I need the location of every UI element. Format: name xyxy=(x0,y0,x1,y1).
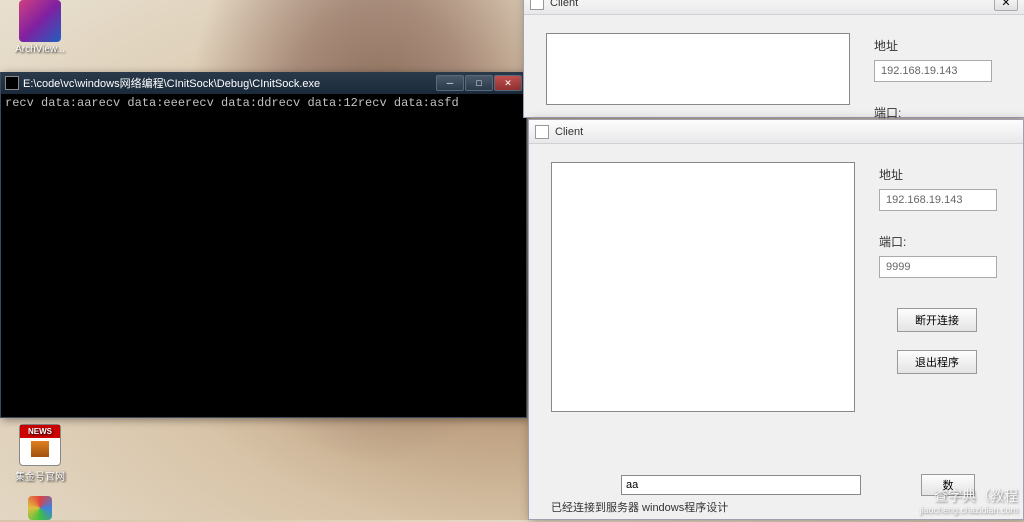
client-window-back: Client ✕ 地址 端口: xyxy=(523,0,1024,118)
console-title: E:\code\vc\windows网络编程\CInitSock\Debug\C… xyxy=(23,75,436,91)
exit-button[interactable]: 退出程序 xyxy=(897,350,977,374)
app-icon xyxy=(535,125,549,139)
watermark-sub: jiaocheng.chazidian.com xyxy=(919,505,1018,516)
client-titlebar[interactable]: Client ✕ xyxy=(524,0,1024,15)
port-input[interactable] xyxy=(879,256,997,278)
window-title: Client xyxy=(550,0,994,9)
address-label: 地址 xyxy=(879,166,1001,183)
disconnect-button[interactable]: 断开连接 xyxy=(897,308,977,332)
desktop-icon-news[interactable]: NEWS 集金号官网 xyxy=(10,424,70,483)
maximize-button[interactable]: □ xyxy=(465,75,493,91)
message-textarea[interactable] xyxy=(551,162,855,412)
send-input[interactable] xyxy=(621,475,861,495)
house-icon xyxy=(20,438,60,460)
desktop-icon-archview[interactable]: ArchView... xyxy=(10,0,70,55)
console-window: E:\code\vc\windows网络编程\CInitSock\Debug\C… xyxy=(0,72,527,418)
client-body: 地址 端口: xyxy=(524,15,1024,117)
client-body: 地址 端口: 断开连接 退出程序 xyxy=(529,144,1023,519)
desktop-icon-bottom[interactable] xyxy=(10,496,70,522)
watermark-main: 查字典（教程 xyxy=(919,488,1018,505)
app-icon xyxy=(530,0,544,10)
console-output: recv data:aarecv data:eeerecv data:ddrec… xyxy=(1,94,526,417)
side-panel: 地址 端口: 断开连接 退出程序 xyxy=(879,162,1001,509)
archview-icon xyxy=(19,0,61,42)
client-window-front: Client 地址 端口: 断开连接 退出程序 数 已经连接到服务器 windo… xyxy=(528,119,1024,520)
address-input[interactable] xyxy=(874,60,992,82)
news-icon: NEWS xyxy=(19,424,61,466)
address-input[interactable] xyxy=(879,189,997,211)
icon-label: ArchView... xyxy=(15,44,65,55)
window-title: Client xyxy=(555,126,1017,138)
port-label: 端口: xyxy=(879,233,1001,250)
minimize-button[interactable]: ─ xyxy=(436,75,464,91)
client-titlebar[interactable]: Client xyxy=(529,120,1023,144)
console-titlebar[interactable]: E:\code\vc\windows网络编程\CInitSock\Debug\C… xyxy=(1,72,526,94)
cmd-icon xyxy=(5,76,19,90)
close-button[interactable]: ✕ xyxy=(494,75,522,91)
window-controls: ─ □ ✕ xyxy=(436,75,522,91)
watermark: 查字典（教程 jiaocheng.chazidian.com xyxy=(919,488,1018,516)
icon-label: 集金号官网 xyxy=(15,472,65,483)
side-panel: 地址 端口: xyxy=(874,33,1002,107)
close-button[interactable]: ✕ xyxy=(994,0,1018,11)
poly-icon xyxy=(28,496,52,520)
news-header: NEWS xyxy=(20,425,60,438)
message-textarea[interactable] xyxy=(546,33,850,105)
address-label: 地址 xyxy=(874,37,1002,54)
status-text: 已经连接到服务器 windows程序设计 xyxy=(551,499,728,515)
